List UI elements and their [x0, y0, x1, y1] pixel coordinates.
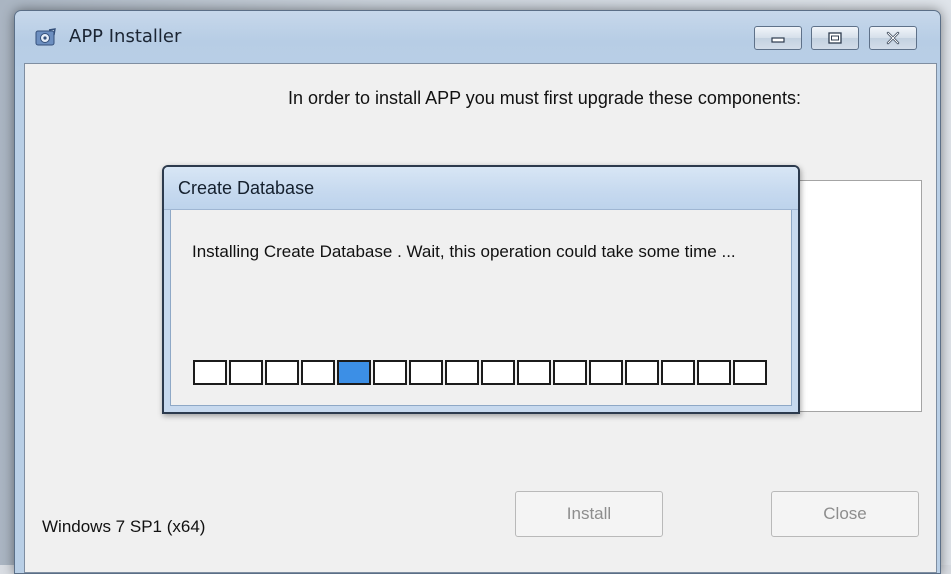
progress-segment: [733, 360, 767, 385]
dialog-title: Create Database: [178, 178, 315, 198]
progress-segment: [193, 360, 227, 385]
title-bar[interactable]: APP Installer: [15, 11, 940, 63]
maximize-button[interactable]: [811, 26, 859, 50]
maximize-icon: [828, 32, 842, 44]
close-icon: [886, 31, 900, 45]
close-button[interactable]: Close: [771, 491, 919, 537]
progress-segment: [409, 360, 443, 385]
progress-segment: [661, 360, 695, 385]
minimize-button[interactable]: [754, 26, 802, 50]
create-database-dialog: Create Database Installing Create Databa…: [162, 165, 800, 414]
progress-message: Installing Create Database . Wait, this …: [192, 242, 736, 261]
progress-segment: [697, 360, 731, 385]
dialog-title-bar[interactable]: Create Database: [164, 167, 798, 210]
minimize-icon: [771, 37, 785, 43]
progress-segment: [553, 360, 587, 385]
instruction-text: In order to install APP you must first u…: [288, 88, 801, 108]
progress-bar: [193, 360, 769, 385]
install-button[interactable]: Install: [515, 491, 663, 537]
dialog-body: Installing Create Database . Wait, this …: [164, 210, 798, 412]
progress-segment: [265, 360, 299, 385]
progress-segment: [229, 360, 263, 385]
progress-segment: [589, 360, 623, 385]
progress-segment: [625, 360, 659, 385]
progress-segment: [373, 360, 407, 385]
progress-segment-active: [337, 360, 371, 385]
progress-segment: [481, 360, 515, 385]
progress-segment: [301, 360, 335, 385]
close-window-button[interactable]: [869, 26, 917, 50]
installer-app-icon: [35, 28, 56, 46]
progress-segment: [517, 360, 551, 385]
window-title: APP Installer: [69, 26, 182, 47]
desktop-background: APP Installer In order to install APP yo…: [0, 0, 951, 574]
os-version-label: Windows 7 SP1 (x64): [42, 517, 206, 536]
progress-segment: [445, 360, 479, 385]
